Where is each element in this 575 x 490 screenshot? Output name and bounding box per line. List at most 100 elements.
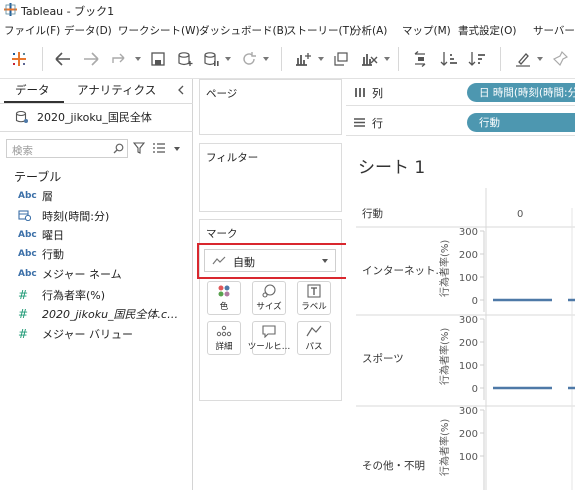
chevron-down-icon[interactable] (537, 57, 543, 61)
rows-icon (354, 118, 365, 127)
rows-shelf[interactable]: 行 行動 (346, 109, 575, 136)
axis-title: 行為者率(%) (438, 328, 451, 385)
axis-tick: 300 (459, 227, 478, 238)
field-name: メジャー ネーム (42, 268, 122, 281)
field-item[interactable]: #2020_jikoku_国民全体.c… (18, 305, 178, 323)
filter-icon[interactable] (133, 142, 145, 154)
menu-map[interactable]: マップ(M) (402, 23, 451, 38)
tooltip-icon (262, 325, 276, 338)
chevron-down-icon[interactable] (263, 57, 269, 61)
axis-tick: 0 (472, 384, 478, 395)
field-item[interactable]: Abc 行動 (18, 245, 64, 263)
rows-label: 行 (372, 117, 383, 130)
axis-tick: 100 (459, 452, 478, 463)
field-item[interactable]: # 行為者率(%) (18, 286, 105, 304)
datasource-name: 2020_jikoku_国民全体 (37, 111, 152, 124)
chevron-down-icon[interactable] (174, 147, 180, 151)
color-icon (218, 285, 230, 297)
pages-shelf[interactable]: ページ (199, 79, 342, 135)
redo-icon[interactable] (108, 48, 130, 70)
highlight-pen-icon[interactable] (512, 48, 534, 70)
forward-arrow-icon[interactable] (80, 48, 102, 70)
pause-updates-icon[interactable] (200, 48, 222, 70)
new-worksheet-icon[interactable] (292, 48, 314, 70)
menu-format[interactable]: 書式設定(O) (458, 23, 516, 38)
string-icon: Abc (18, 191, 37, 201)
row-pill[interactable]: 行動 (467, 113, 575, 132)
menu-data[interactable]: データ(D) (64, 23, 112, 38)
view-canvas[interactable]: シート 1 行動 0 インターネット.. 行為者率(%) 300 200 100 0 スポー… (346, 138, 575, 490)
sort-ascending-icon[interactable] (438, 48, 460, 70)
view-list-icon[interactable] (152, 142, 166, 154)
highlight-box (197, 243, 349, 279)
field-item[interactable]: Abc 層 (18, 187, 53, 205)
menu-dashboard[interactable]: ダッシュボード(B) (199, 23, 288, 38)
search-input[interactable]: 検索 (6, 139, 128, 158)
column-pill[interactable]: 日 時間(時刻(時間:分) (467, 83, 575, 102)
filters-shelf[interactable]: フィルター (199, 143, 342, 212)
clear-sheet-icon[interactable] (358, 48, 380, 70)
field-name: 2020_jikoku_国民全体.c… (42, 308, 179, 321)
refresh-icon[interactable] (238, 48, 260, 70)
toolbar (0, 39, 575, 79)
sort-descending-icon[interactable] (466, 48, 488, 70)
axis-tick: 100 (459, 361, 478, 372)
chevron-left-icon[interactable] (177, 85, 185, 95)
tableau-home-icon[interactable] (8, 48, 30, 70)
save-icon[interactable] (147, 48, 169, 70)
axis-tick: 200 (459, 429, 478, 440)
section-title: テーブル (14, 170, 62, 184)
tooltip-button[interactable]: ツールヒ… (248, 321, 290, 355)
tooltip-label: ツールヒ… (247, 342, 291, 352)
swap-icon[interactable] (410, 48, 432, 70)
menu-analysis[interactable]: 分析(A) (351, 23, 387, 38)
field-item[interactable]: Abc メジャー ネーム (18, 265, 122, 283)
field-name: メジャー バリュー (42, 328, 133, 341)
detail-label: 詳細 (215, 342, 233, 352)
field-name: 行為者率(%) (42, 289, 106, 302)
field-item[interactable]: # メジャー バリュー (18, 325, 133, 343)
chevron-down-icon[interactable] (135, 57, 141, 61)
axis-tick: 300 (459, 406, 478, 417)
menu-worksheet[interactable]: ワークシート(W) (118, 23, 200, 38)
color-label: 色 (219, 302, 229, 312)
datasource-item[interactable]: 2020_jikoku_国民全体 (15, 108, 152, 126)
back-arrow-icon[interactable] (52, 48, 74, 70)
row-header: 行動 (362, 207, 383, 220)
menu-story[interactable]: ストーリー(T) (286, 23, 353, 38)
new-datasource-icon[interactable] (174, 48, 196, 70)
columns-shelf[interactable]: 列 日 時間(時刻(時間:分) (346, 79, 575, 106)
string-icon: Abc (18, 249, 37, 259)
pages-title: ページ (206, 88, 238, 100)
tableau-logo-icon (4, 3, 17, 16)
tab-analytics[interactable]: アナリティクス (77, 82, 156, 98)
string-icon: Abc (18, 269, 37, 279)
pin-icon[interactable] (549, 48, 571, 70)
calendar-icon (18, 209, 42, 224)
toolbar-separator (281, 47, 282, 71)
view-grid: 行動 0 インターネット..行為者率(%)3002001000スポーツ 行為者率(… (356, 188, 575, 490)
chevron-down-icon[interactable] (384, 57, 390, 61)
menu-file[interactable]: ファイル(F) (4, 23, 60, 38)
label-button[interactable]: ラベル (297, 281, 331, 315)
path-icon (306, 325, 322, 337)
detail-icon (216, 325, 232, 337)
field-name: 層 (42, 190, 53, 203)
number-icon: # (18, 288, 29, 302)
chevron-down-icon[interactable] (225, 57, 231, 61)
tab-data[interactable]: データ (15, 82, 50, 98)
row-label: その他・不明 (362, 459, 425, 472)
detail-button[interactable]: 詳細 (207, 321, 241, 355)
size-button[interactable]: サイズ (252, 281, 286, 315)
axis-tick: 0 (472, 296, 478, 307)
number-icon: # (18, 327, 29, 341)
path-button[interactable]: パス (297, 321, 331, 355)
menu-server[interactable]: サーバー(S) (533, 23, 575, 38)
axis-title: 行為者率(%) (438, 240, 451, 297)
color-button[interactable]: 色 (207, 281, 241, 315)
duplicate-sheet-icon[interactable] (330, 48, 352, 70)
chevron-down-icon[interactable] (318, 57, 324, 61)
label-icon (307, 284, 321, 298)
field-item[interactable]: 時刻(時間:分) (18, 207, 109, 225)
field-item[interactable]: Abc 曜日 (18, 226, 64, 244)
